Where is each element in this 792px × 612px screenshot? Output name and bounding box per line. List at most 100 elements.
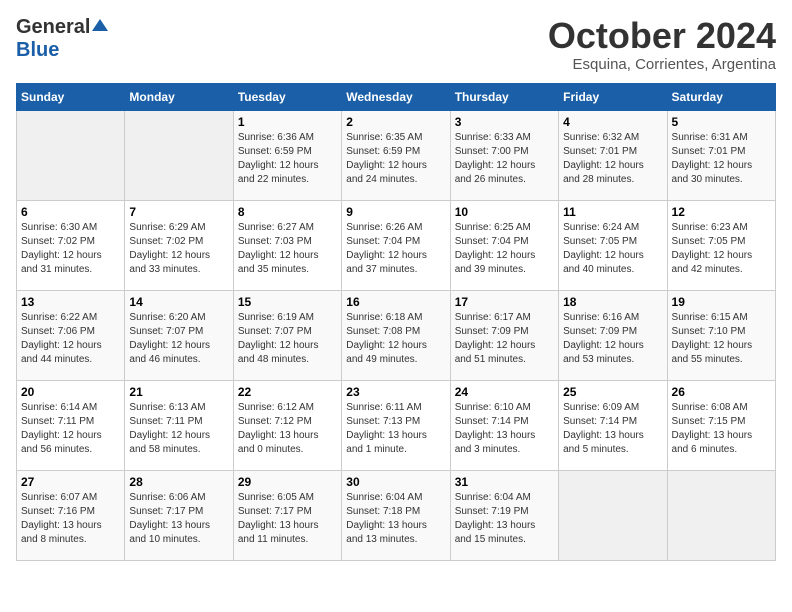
calendar-cell: 27 Sunrise: 6:07 AMSunset: 7:16 PMDayligh… (17, 470, 125, 560)
day-number: 30 (346, 475, 445, 489)
day-number: 18 (563, 295, 662, 309)
location-title: Esquina, Corrientes, Argentina (548, 56, 776, 73)
calendar-cell: 7 Sunrise: 6:29 AMSunset: 7:02 PMDaylight… (125, 200, 233, 290)
calendar-cell: 19 Sunrise: 6:15 AMSunset: 7:10 PMDayligh… (667, 290, 775, 380)
logo-general-text: General (16, 16, 90, 39)
day-number: 28 (129, 475, 228, 489)
day-info: Sunrise: 6:16 AMSunset: 7:09 PMDaylight:… (563, 311, 662, 367)
calendar-cell: 3Sunrise: 6:33 AMSunset: 7:00 PMDaylight… (450, 110, 558, 200)
calendar-cell: 12 Sunrise: 6:23 AMSunset: 7:05 PMDayligh… (667, 200, 775, 290)
day-info: Sunrise: 6:22 AMSunset: 7:06 PMDaylight:… (21, 311, 120, 367)
day-number: 19 (672, 295, 771, 309)
day-info: Sunrise: 6:36 AMSunset: 6:59 PMDaylight:… (238, 131, 337, 187)
calendar-week-2: 6 Sunrise: 6:30 AMSunset: 7:02 PMDaylight… (17, 200, 776, 290)
day-number: 6 (21, 205, 120, 219)
calendar-cell: 10 Sunrise: 6:25 AMSunset: 7:04 PMDayligh… (450, 200, 558, 290)
day-info: Sunrise: 6:09 AMSunset: 7:14 PMDaylight:… (563, 401, 662, 457)
day-number: 8 (238, 205, 337, 219)
calendar-cell: 16 Sunrise: 6:18 AMSunset: 7:08 PMDayligh… (342, 290, 450, 380)
calendar-cell: 17 Sunrise: 6:17 AMSunset: 7:09 PMDayligh… (450, 290, 558, 380)
calendar-cell: 29Sunrise: 6:05 AMSunset: 7:17 PMDayligh… (233, 470, 341, 560)
calendar-cell: 11Sunrise: 6:24 AMSunset: 7:05 PMDayligh… (559, 200, 667, 290)
calendar-cell: 15 Sunrise: 6:19 AMSunset: 7:07 PMDayligh… (233, 290, 341, 380)
day-info: Sunrise: 6:30 AMSunset: 7:02 PMDaylight:… (21, 221, 120, 277)
month-title: October 2024 (548, 16, 776, 56)
logo-blue-text: Blue (16, 39, 59, 61)
calendar-cell: 8 Sunrise: 6:27 AMSunset: 7:03 PMDaylight… (233, 200, 341, 290)
day-info: Sunrise: 6:08 AMSunset: 7:15 PMDaylight:… (672, 401, 771, 457)
weekday-header-thursday: Thursday (450, 83, 558, 110)
day-info: Sunrise: 6:04 AMSunset: 7:18 PMDaylight:… (346, 491, 445, 547)
weekday-header-friday: Friday (559, 83, 667, 110)
day-number: 27 (21, 475, 120, 489)
day-info: Sunrise: 6:27 AMSunset: 7:03 PMDaylight:… (238, 221, 337, 277)
calendar-cell: 28 Sunrise: 6:06 AMSunset: 7:17 PMDayligh… (125, 470, 233, 560)
calendar-cell: 25 Sunrise: 6:09 AMSunset: 7:14 PMDayligh… (559, 380, 667, 470)
day-number: 1 (238, 115, 337, 129)
day-number: 26 (672, 385, 771, 399)
day-info: Sunrise: 6:04 AMSunset: 7:19 PMDaylight:… (455, 491, 554, 547)
day-number: 15 (238, 295, 337, 309)
calendar-cell: 22 Sunrise: 6:12 AMSunset: 7:12 PMDayligh… (233, 380, 341, 470)
day-number: 2 (346, 115, 445, 129)
day-info: Sunrise: 6:17 AMSunset: 7:09 PMDaylight:… (455, 311, 554, 367)
day-info: Sunrise: 6:32 AMSunset: 7:01 PMDaylight:… (563, 131, 662, 187)
calendar-cell (559, 470, 667, 560)
day-number: 24 (455, 385, 554, 399)
calendar-cell: 13Sunrise: 6:22 AMSunset: 7:06 PMDayligh… (17, 290, 125, 380)
calendar-cell: 6 Sunrise: 6:30 AMSunset: 7:02 PMDaylight… (17, 200, 125, 290)
day-number: 12 (672, 205, 771, 219)
calendar-cell: 30 Sunrise: 6:04 AMSunset: 7:18 PMDayligh… (342, 470, 450, 560)
calendar-cell (17, 110, 125, 200)
calendar-cell: 21 Sunrise: 6:13 AMSunset: 7:11 PMDayligh… (125, 380, 233, 470)
calendar-cell: 23 Sunrise: 6:11 AMSunset: 7:13 PMDayligh… (342, 380, 450, 470)
calendar-cell: 20Sunrise: 6:14 AMSunset: 7:11 PMDayligh… (17, 380, 125, 470)
day-info: Sunrise: 6:15 AMSunset: 7:10 PMDaylight:… (672, 311, 771, 367)
calendar-cell: 24 Sunrise: 6:10 AMSunset: 7:14 PMDayligh… (450, 380, 558, 470)
calendar-week-5: 27 Sunrise: 6:07 AMSunset: 7:16 PMDayligh… (17, 470, 776, 560)
day-info: Sunrise: 6:10 AMSunset: 7:14 PMDaylight:… (455, 401, 554, 457)
calendar-cell: 18 Sunrise: 6:16 AMSunset: 7:09 PMDayligh… (559, 290, 667, 380)
day-number: 14 (129, 295, 228, 309)
day-number: 22 (238, 385, 337, 399)
weekday-header-sunday: Sunday (17, 83, 125, 110)
logo: General Blue (16, 16, 108, 62)
day-info: Sunrise: 6:29 AMSunset: 7:02 PMDaylight:… (129, 221, 228, 277)
day-info: Sunrise: 6:06 AMSunset: 7:17 PMDaylight:… (129, 491, 228, 547)
calendar-cell: 31 Sunrise: 6:04 AMSunset: 7:19 PMDayligh… (450, 470, 558, 560)
day-info: Sunrise: 6:13 AMSunset: 7:11 PMDaylight:… (129, 401, 228, 457)
day-number: 17 (455, 295, 554, 309)
day-number: 9 (346, 205, 445, 219)
weekday-header-saturday: Saturday (667, 83, 775, 110)
calendar-cell: 5 Sunrise: 6:31 AMSunset: 7:01 PMDaylight… (667, 110, 775, 200)
day-number: 20 (21, 385, 120, 399)
calendar-week-1: 1 Sunrise: 6:36 AMSunset: 6:59 PMDaylight… (17, 110, 776, 200)
day-info: Sunrise: 6:12 AMSunset: 7:12 PMDaylight:… (238, 401, 337, 457)
day-number: 10 (455, 205, 554, 219)
day-info: Sunrise: 6:26 AMSunset: 7:04 PMDaylight:… (346, 221, 445, 277)
day-number: 21 (129, 385, 228, 399)
day-info: Sunrise: 6:07 AMSunset: 7:16 PMDaylight:… (21, 491, 120, 547)
day-number: 4 (563, 115, 662, 129)
calendar-cell (667, 470, 775, 560)
day-info: Sunrise: 6:11 AMSunset: 7:13 PMDaylight:… (346, 401, 445, 457)
day-number: 5 (672, 115, 771, 129)
day-info: Sunrise: 6:25 AMSunset: 7:04 PMDaylight:… (455, 221, 554, 277)
day-number: 25 (563, 385, 662, 399)
day-info: Sunrise: 6:23 AMSunset: 7:05 PMDaylight:… (672, 221, 771, 277)
day-info: Sunrise: 6:24 AMSunset: 7:05 PMDaylight:… (563, 221, 662, 277)
day-number: 23 (346, 385, 445, 399)
day-info: Sunrise: 6:05 AMSunset: 7:17 PMDaylight:… (238, 491, 337, 547)
day-info: Sunrise: 6:35 AMSunset: 6:59 PMDaylight:… (346, 131, 445, 187)
day-number: 7 (129, 205, 228, 219)
day-info: Sunrise: 6:18 AMSunset: 7:08 PMDaylight:… (346, 311, 445, 367)
header: General Blue October 2024 Esquina, Corri… (16, 16, 776, 73)
calendar-cell (125, 110, 233, 200)
day-number: 31 (455, 475, 554, 489)
day-info: Sunrise: 6:19 AMSunset: 7:07 PMDaylight:… (238, 311, 337, 367)
day-number: 16 (346, 295, 445, 309)
logo-icon (92, 17, 108, 33)
calendar-table: SundayMondayTuesdayWednesdayThursdayFrid… (16, 83, 776, 561)
weekday-header-monday: Monday (125, 83, 233, 110)
day-info: Sunrise: 6:31 AMSunset: 7:01 PMDaylight:… (672, 131, 771, 187)
